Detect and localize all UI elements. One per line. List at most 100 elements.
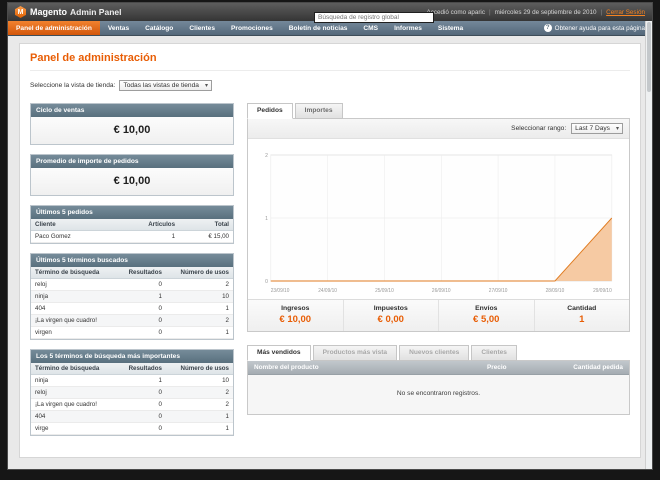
panel-last-search-terms: Últimos 5 términos buscados Término de b… bbox=[30, 253, 234, 340]
tab-productos-m-s-vista[interactable]: Productos más vista bbox=[312, 345, 398, 361]
table-cell: 0 bbox=[116, 314, 166, 327]
last-orders-table: Cliente Artículos Total Paco Gomez 1 € 15,00 bbox=[31, 219, 233, 243]
grid-tabs: Más vendidos Productos más vista Nuevos cl… bbox=[247, 345, 630, 361]
nav-item-promociones[interactable]: Promociones bbox=[223, 21, 281, 35]
table-cell: 1 bbox=[165, 422, 233, 435]
range-row: Seleccionar rango: Last 7 Days ▾ bbox=[248, 119, 629, 139]
orders-chart-svg: 0 1 2 23/09/10 24/09/10 25/09/10 26/09/10 27/09… bbox=[265, 153, 613, 294]
global-search-input[interactable] bbox=[314, 12, 434, 23]
table-cell: ¡La virgen que cuadro! bbox=[31, 398, 117, 411]
table-cell: 0 bbox=[116, 302, 166, 315]
table-row: 404 0 1 bbox=[31, 410, 233, 423]
column-header: Número de usos bbox=[165, 363, 233, 375]
table-cell: 2 bbox=[165, 278, 233, 291]
table-row: ninja 1 10 bbox=[31, 374, 233, 387]
scrollbar[interactable] bbox=[645, 21, 652, 469]
grids-section: Más vendidos Productos más vista Nuevos cl… bbox=[247, 345, 630, 415]
stat-ingresos: Ingresos € 10,00 bbox=[248, 300, 343, 331]
nav-item-sistema[interactable]: Sistema bbox=[430, 21, 471, 35]
column-header-qty: Cantidad pedida bbox=[573, 364, 623, 371]
range-select[interactable]: Last 7 Days ▾ bbox=[571, 123, 623, 134]
range-value: Last 7 Days bbox=[575, 125, 610, 132]
panel-average-order: Promedio de importe de pedidos € 10,00 bbox=[30, 154, 234, 196]
table-cell: Paco Gomez bbox=[31, 230, 114, 243]
table-cell: reloj bbox=[31, 386, 117, 399]
table-header-row: Término de búsqueda Resultados Número de u… bbox=[31, 267, 233, 279]
store-view-select[interactable]: Todas las vistas de tienda ▾ bbox=[119, 80, 212, 91]
table-cell: 0 bbox=[116, 386, 166, 399]
store-view-chooser: Seleccione la vista de tienda: Todas las… bbox=[30, 80, 630, 91]
column-header-price: Precio bbox=[487, 364, 507, 371]
stat-value: € 0,00 bbox=[377, 314, 404, 325]
nav-item-panel-de-administraci-n[interactable]: Panel de administración bbox=[8, 21, 100, 35]
browser-viewport: M Magento Admin Panel Accedió como apari… bbox=[7, 2, 653, 470]
table-cell: 2 bbox=[165, 386, 233, 399]
stat-value: 1 bbox=[579, 314, 585, 325]
sales-total-value: € 10,00 bbox=[31, 117, 233, 144]
grid-header-row: Nombre del producto Precio Cantidad pedi… bbox=[248, 361, 629, 375]
column-header: Artículos bbox=[113, 219, 180, 231]
stat-cantidad: Cantidad 1 bbox=[533, 300, 630, 331]
column-header: Término de búsqueda bbox=[31, 267, 117, 279]
table-cell: ninja bbox=[31, 290, 117, 303]
table-row: ninja 1 10 bbox=[31, 290, 233, 303]
totals-row: Ingresos € 10,00 Impuestos € 0,00 Envíos € 5,… bbox=[248, 299, 629, 331]
table-cell: 0 bbox=[116, 410, 166, 423]
svg-text:27/09/10: 27/09/10 bbox=[489, 288, 508, 294]
stat-impuestos: Impuestos € 0,00 bbox=[342, 300, 439, 331]
column-header: Resultados bbox=[116, 267, 166, 279]
page-help-link[interactable]: ? Obtener ayuda para esta página bbox=[543, 21, 652, 35]
stat-label: Impuestos bbox=[373, 305, 408, 312]
chart-card: Seleccionar rango: Last 7 Days ▾ 0 1 2 23/0… bbox=[247, 118, 630, 332]
table-cell: 0 bbox=[116, 278, 166, 291]
global-search bbox=[314, 6, 434, 24]
panel-top-search-terms: Los 5 términos de búsqueda más important… bbox=[30, 349, 234, 436]
panel-title: Últimos 5 pedidos bbox=[31, 206, 233, 219]
scrollbar-thumb[interactable] bbox=[647, 22, 651, 92]
table-cell: 1 bbox=[165, 410, 233, 423]
bestsellers-card: Nombre del producto Precio Cantidad pedi… bbox=[247, 360, 630, 415]
range-label: Seleccionar rango: bbox=[511, 125, 567, 132]
last-search-table: Término de búsqueda Resultados Número de u… bbox=[31, 267, 233, 339]
column-header: Cliente bbox=[31, 219, 114, 231]
table-row: reloj 0 2 bbox=[31, 278, 233, 291]
panel-title: Promedio de importe de pedidos bbox=[31, 155, 233, 168]
chart-tabs: Pedidos Importes bbox=[247, 103, 630, 119]
nav-item-ventas[interactable]: Ventas bbox=[100, 21, 137, 35]
logged-in-as-text: Accedió como aparic bbox=[426, 8, 485, 16]
tab-nuevos-clientes[interactable]: Nuevos clientes bbox=[399, 345, 470, 361]
magento-logo-icon: M bbox=[15, 6, 26, 18]
column-header: Término de búsqueda bbox=[31, 363, 117, 375]
separator: | bbox=[488, 8, 491, 16]
svg-text:28/09/10: 28/09/10 bbox=[546, 288, 565, 294]
table-row: virgen 0 1 bbox=[31, 326, 233, 339]
stat-value: € 10,00 bbox=[279, 314, 312, 325]
svg-text:24/09/10: 24/09/10 bbox=[318, 288, 337, 294]
table-cell: 1 bbox=[165, 326, 233, 339]
dropdown-arrow-icon: ▾ bbox=[615, 126, 619, 132]
table-cell: 404 bbox=[31, 302, 117, 315]
average-order-value: € 10,00 bbox=[31, 168, 233, 195]
nav-item-cat-logo[interactable]: Catálogo bbox=[137, 21, 181, 35]
svg-text:25/09/10: 25/09/10 bbox=[375, 288, 394, 294]
table-cell: 404 bbox=[31, 410, 117, 423]
svg-text:0: 0 bbox=[265, 279, 268, 285]
panel-sales-cycle: Ciclo de ventas € 10,00 bbox=[30, 103, 234, 145]
panel-last-orders: Últimos 5 pedidos Cliente Artículos Total P… bbox=[30, 205, 234, 244]
nav-item-clientes[interactable]: Clientes bbox=[181, 21, 223, 35]
help-label: Obtener ayuda para esta página bbox=[554, 24, 645, 32]
logout-link[interactable]: Cerrar Sesión bbox=[606, 9, 645, 16]
stat-value: € 5,00 bbox=[473, 314, 500, 325]
table-cell: reloj bbox=[31, 278, 117, 291]
page-area: Panel de administración Seleccione la vi… bbox=[8, 36, 652, 468]
table-cell: 1 bbox=[116, 290, 166, 303]
tab-m-s-vendidos[interactable]: Más vendidos bbox=[247, 345, 311, 361]
table-cell: 1 bbox=[116, 374, 166, 387]
left-column: Ciclo de ventas € 10,00 Promedio de impo… bbox=[30, 103, 234, 445]
table-cell: 1 bbox=[113, 230, 180, 243]
tab-importes[interactable]: Importes bbox=[294, 103, 343, 119]
tab-clientes[interactable]: Clientes bbox=[471, 345, 517, 361]
tab-pedidos[interactable]: Pedidos bbox=[247, 103, 293, 119]
table-row: ¡La virgen que cuadro! 0 2 bbox=[31, 314, 233, 327]
current-date-text: miércoles 29 de septiembre de 2010 bbox=[494, 8, 597, 16]
